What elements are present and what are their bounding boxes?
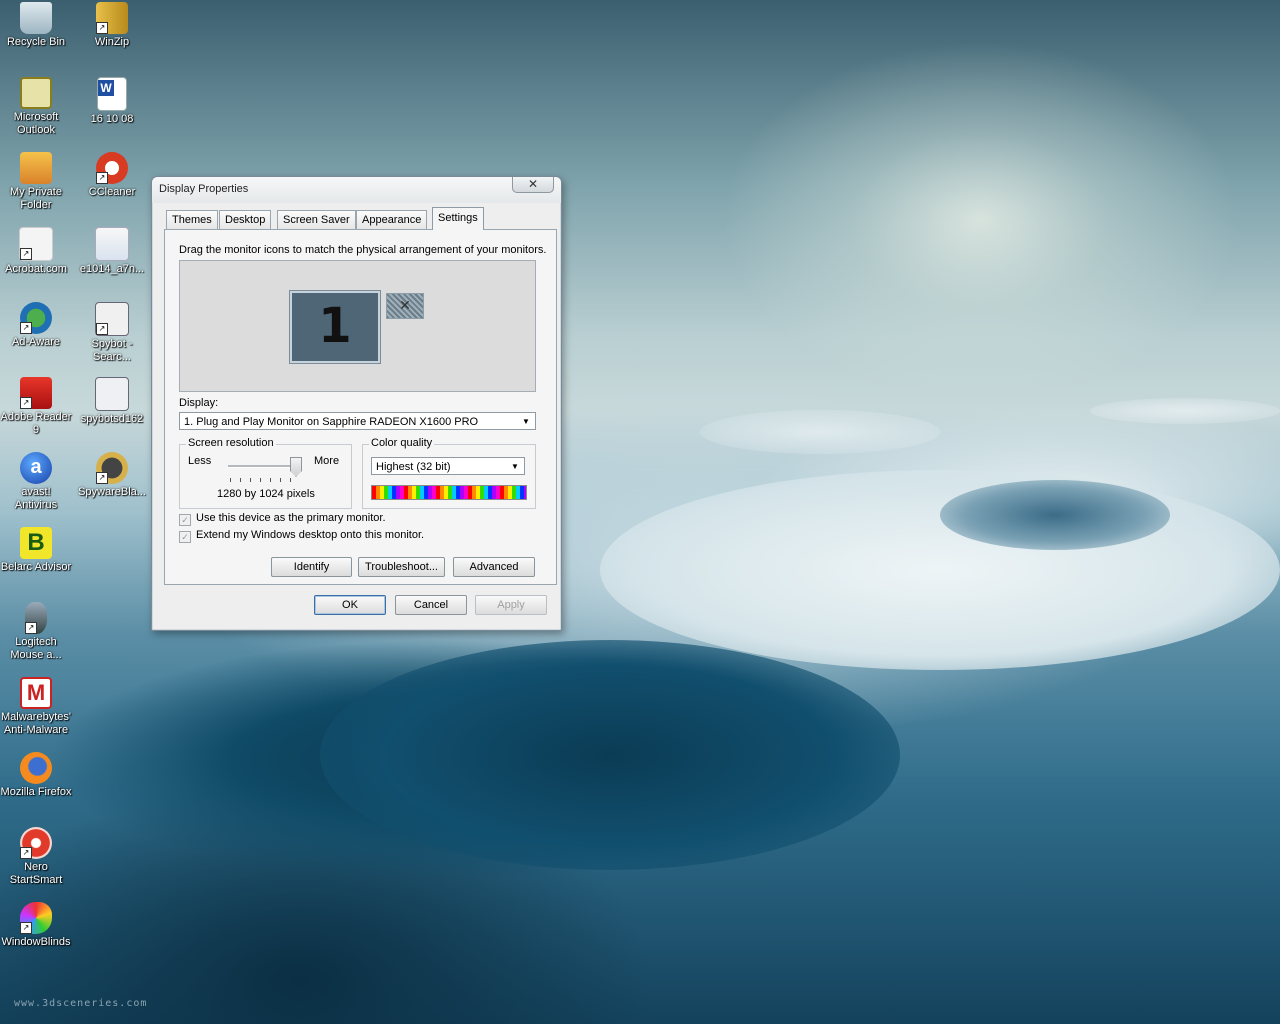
color-quality-group: Color quality Highest (32 bit) ▼ [362,437,536,509]
acrobat-icon: ↗ [19,227,53,261]
extend-desktop-checkbox[interactable]: ✓ Extend my Windows desktop onto this mon… [179,529,424,543]
desktop-icon-spywareblaster[interactable]: ↗ SpywareBla... [74,452,150,499]
resolution-slider-thumb[interactable] [290,457,302,477]
desktop-icon-word-document[interactable]: W 16 10 08 [74,77,150,126]
dialog-titlebar[interactable]: Display Properties ✕ [152,177,561,203]
display-properties-dialog: Display Properties ✕ Themes Desktop Scre… [151,176,562,631]
wallpaper-lagoon [320,640,900,870]
wallpaper-ice [600,470,1280,670]
ad-aware-icon: ↗ [20,302,52,334]
avast-icon: a [20,452,52,484]
spybot-icon: ↗ [95,302,129,336]
adobe-reader-icon: ↗ [20,377,52,409]
desktop-icon-spybot[interactable]: ↗ Spybot - Searc... [74,302,150,364]
desktop-icon-my-private-folder[interactable]: My Private Folder [0,152,74,212]
desktop-icon-adobe-reader[interactable]: ↗ Adobe Reader 9 [0,377,74,437]
chevron-down-icon: ▼ [511,462,519,471]
desktop-icon-archive-file[interactable]: e1014_a7n... [74,227,150,276]
wallpaper-ice [700,410,940,454]
wallpaper-ice [1090,398,1280,424]
tab-appearance[interactable]: Appearance [356,210,428,229]
wallpaper-glow [720,40,1240,400]
resolution-less-label: Less [188,455,212,467]
tab-desktop[interactable]: Desktop [219,210,272,229]
tab-settings[interactable]: Settings [432,207,484,230]
resolution-slider-ticks [230,478,300,482]
extend-desktop-label: Extend my Windows desktop onto this moni… [196,529,425,541]
close-button[interactable]: ✕ [512,177,554,193]
primary-monitor-label: Use this device as the primary monitor. [196,512,386,524]
desktop-icon-recycle-bin[interactable]: Recycle Bin [0,2,74,49]
firefox-icon [20,752,52,784]
belarc-icon: B [20,527,52,559]
winzip-icon: ↗ [96,2,128,34]
desktop-icon-logitech-mouse[interactable]: ↗ Logitech Mouse a... [0,602,74,662]
resolution-more-label: More [314,455,340,467]
color-quality-value: Highest (32 bit) [376,461,451,473]
spywareblaster-icon: ↗ [96,452,128,484]
close-icon: ✕ [527,177,539,191]
tab-themes[interactable]: Themes [166,210,218,229]
advanced-button[interactable]: Advanced [453,557,535,577]
word-document-icon: W [97,77,127,111]
archive-file-icon [95,227,129,261]
desktop-icon-acrobat-com[interactable]: ↗ Acrobat.com [0,227,74,276]
identify-button[interactable]: Identify [271,557,352,577]
display-select-value: 1. Plug and Play Monitor on Sapphire RAD… [184,416,479,428]
cancel-button[interactable]: Cancel [395,595,467,615]
resolution-value: 1280 by 1024 pixels [217,488,315,500]
dialog-title: Display Properties [159,183,249,195]
private-folder-icon [20,152,52,184]
desktop-icon-spybot-installer[interactable]: spybotsd162 [74,377,150,426]
desktop-icon-avast-antivirus[interactable]: a avast! Antivirus [0,452,74,512]
logitech-mouse-icon: ↗ [25,602,47,634]
color-spectrum-bar [371,485,527,500]
desktop-icon-windowblinds[interactable]: ↗ WindowBlinds [0,902,74,949]
monitor-arrangement-instruction: Drag the monitor icons to match the phys… [179,244,547,256]
display-select[interactable]: 1. Plug and Play Monitor on Sapphire RAD… [179,412,536,430]
checkbox-check-icon: ✓ [179,531,191,543]
settings-panel: Drag the monitor icons to match the phys… [164,229,557,585]
checkbox-check-icon: ✓ [179,514,191,526]
chevron-down-icon: ▼ [522,417,530,426]
desktop-icon-malwarebytes[interactable]: M Malwarebytes' Anti-Malware [0,677,74,737]
color-quality-title: Color quality [369,437,435,449]
desktop-icon-nero-startsmart[interactable]: ↗ Nero StartSmart [0,827,74,887]
outlook-icon [20,77,52,109]
color-quality-select[interactable]: Highest (32 bit) ▼ [371,457,525,475]
apply-button[interactable]: Apply [475,595,547,615]
ok-button[interactable]: OK [314,595,386,615]
desktop-icon-microsoft-outlook[interactable]: Microsoft Outlook [0,77,74,137]
spybot-installer-icon [95,377,129,411]
desktop-icon-belarc-advisor[interactable]: B Belarc Advisor [0,527,74,574]
display-label: Display: [179,397,219,409]
desktop-icon-ad-aware[interactable]: ↗ Ad-Aware [0,302,74,349]
monitor-arrangement-area[interactable]: 1 ✕ [179,260,536,392]
primary-monitor-checkbox[interactable]: ✓ Use this device as the primary monitor. [179,512,386,526]
ccleaner-icon: ↗ [96,152,128,184]
wallpaper-watermark: www.3dsceneries.com [14,998,148,1009]
screen-resolution-title: Screen resolution [186,437,276,449]
troubleshoot-button[interactable]: Troubleshoot... [358,557,445,577]
desktop-icon-mozilla-firefox[interactable]: Mozilla Firefox [0,752,74,799]
malwarebytes-icon: M [20,677,52,709]
recycle-bin-icon [20,2,52,34]
desktop-icon-ccleaner[interactable]: ↗ CCleaner [74,152,150,199]
resolution-slider-track[interactable] [228,465,300,468]
screen-resolution-group: Screen resolution Less More 1280 by 1024… [179,437,352,509]
nero-icon: ↗ [20,827,52,859]
monitor-1-icon[interactable]: 1 [290,291,380,363]
tab-screen-saver[interactable]: Screen Saver [277,210,356,229]
windowblinds-icon: ↗ [20,902,52,934]
wallpaper-hole [940,480,1170,550]
desktop-icon-winzip[interactable]: ↗ WinZip [74,2,150,49]
monitor-2-icon[interactable]: ✕ [386,293,424,319]
